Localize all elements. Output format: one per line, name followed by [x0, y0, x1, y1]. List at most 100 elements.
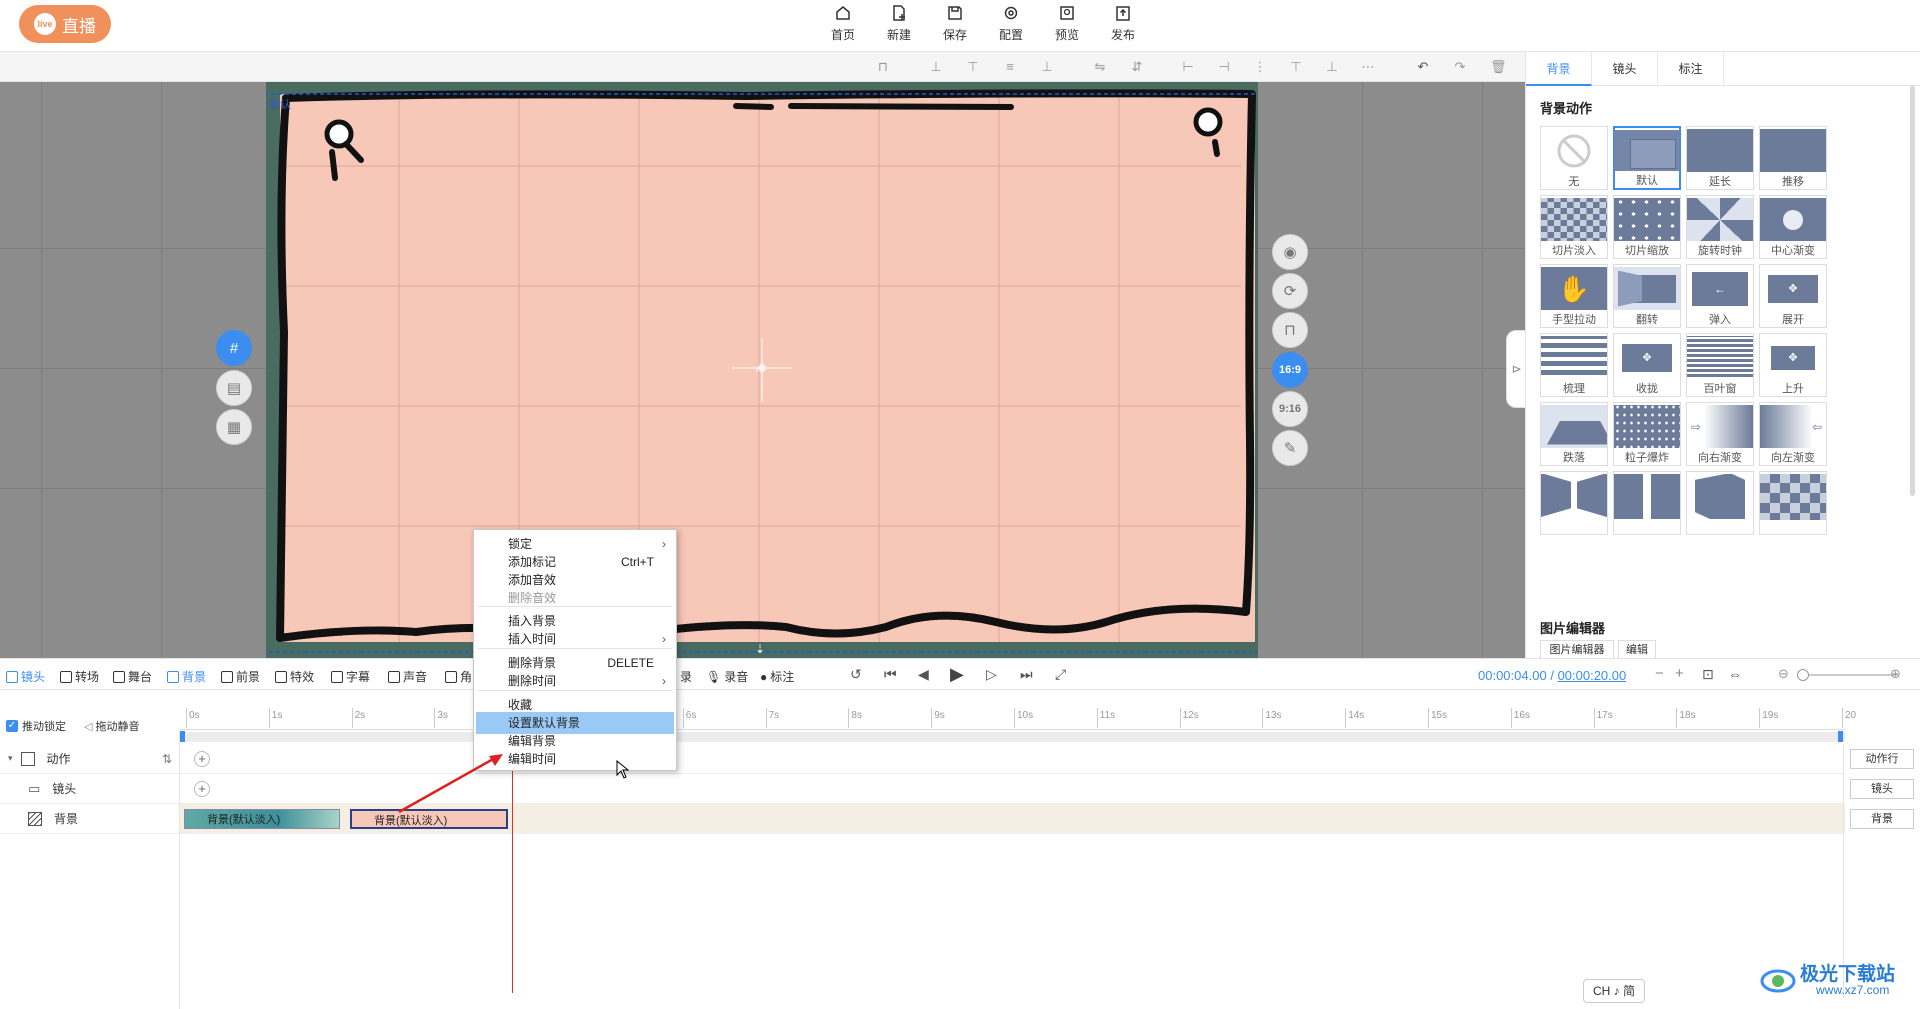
total-time[interactable]: 00:00:20.00: [1558, 668, 1627, 683]
nav-home[interactable]: 首页: [823, 4, 863, 46]
screenshot-button[interactable]: ◉: [1272, 234, 1308, 270]
nav-publish[interactable]: 发布: [1103, 4, 1143, 46]
tl-transition[interactable]: 转场: [60, 668, 99, 685]
align-right-icon[interactable]: ⊣: [1216, 59, 1232, 75]
add-action-row-button[interactable]: 动作行: [1850, 749, 1914, 769]
track-header-background[interactable]: 背景: [0, 804, 180, 834]
add-camera-icon[interactable]: +: [194, 781, 210, 797]
skip-end-icon[interactable]: ⏭: [1020, 666, 1033, 683]
effect-none[interactable]: 无: [1540, 126, 1608, 190]
effect-bounce[interactable]: ← 弹入: [1686, 264, 1754, 328]
top-align-icon[interactable]: ⊤: [1288, 59, 1304, 75]
nav-new[interactable]: 新建: [879, 4, 919, 46]
align-left-icon[interactable]: ⊢: [1180, 59, 1196, 75]
zoom-out-icon[interactable]: ⊖: [1778, 666, 1789, 682]
tl-annotate[interactable]: ● 标注: [760, 668, 794, 685]
plus-icon[interactable]: +: [1675, 665, 1684, 682]
align-center-v-icon[interactable]: ⊥: [928, 59, 944, 75]
fit-icon[interactable]: ⊡: [1702, 666, 1714, 683]
effect-particle-burst[interactable]: 粒子爆炸: [1613, 402, 1681, 466]
flip-v-icon[interactable]: ⇵: [1129, 59, 1145, 75]
effect-rise[interactable]: ✥ 上升: [1759, 333, 1827, 397]
edit-button[interactable]: ✎: [1272, 430, 1308, 466]
effect-extend[interactable]: 延长: [1686, 126, 1754, 190]
effect-slice-fade[interactable]: 切片淡入: [1540, 195, 1608, 259]
add-action-icon[interactable]: +: [194, 751, 210, 767]
sort-icon[interactable]: ⇅: [162, 752, 172, 766]
timeline-ruler[interactable]: 0s1s2s3s4s5s6s7s8s9s10s11s12s13s14s15s16…: [180, 708, 1856, 730]
tab-background[interactable]: 背景: [1526, 52, 1592, 86]
timeline-scroll-track[interactable]: [180, 732, 1845, 742]
tl-role[interactable]: 角: [445, 668, 472, 685]
zoom-slider-handle[interactable]: [1797, 669, 1809, 681]
expand-icon[interactable]: ⇔: [1728, 666, 1742, 682]
ime-indicator[interactable]: CH ♪ 简: [1583, 979, 1645, 1003]
effect-gradient-left[interactable]: ⇦ 向左渐变: [1759, 402, 1827, 466]
expand-caret-icon[interactable]: ▾: [8, 753, 13, 764]
rotate-button[interactable]: ⟳: [1272, 273, 1308, 309]
tl-voice[interactable]: 🎙 录音: [706, 668, 748, 685]
tl-camera[interactable]: 镜头: [6, 668, 45, 685]
zoom-in-icon[interactable]: ⊕: [1890, 666, 1901, 682]
grid-toggle-button[interactable]: #: [216, 330, 252, 366]
effect-fall[interactable]: 跌落: [1540, 402, 1608, 466]
effect-more-1[interactable]: [1540, 471, 1608, 535]
range-end-handle[interactable]: [1838, 731, 1843, 742]
align-middle-icon[interactable]: ≡: [1002, 59, 1018, 75]
lock-icon[interactable]: ⊓: [875, 59, 891, 75]
range-start-handle[interactable]: [180, 731, 185, 742]
unlock-button[interactable]: ⊓: [1272, 312, 1308, 348]
ratio-16-9-button[interactable]: 16:9: [1272, 352, 1308, 388]
tl-sound[interactable]: 声音: [388, 668, 427, 685]
effect-collapse[interactable]: ✥ 收拢: [1613, 333, 1681, 397]
panel-collapse-tab[interactable]: ⊳: [1506, 330, 1526, 408]
effect-comb[interactable]: 梳理: [1540, 333, 1608, 397]
effect-blinds[interactable]: 百叶窗: [1686, 333, 1754, 397]
step-forward-icon[interactable]: ▷: [986, 666, 997, 683]
nav-save[interactable]: 保存: [935, 4, 975, 46]
zoom-slider[interactable]: [1798, 674, 1898, 676]
effect-gradient-right[interactable]: ⇨ 向右渐变: [1686, 402, 1754, 466]
reset-icon[interactable]: ↺: [850, 666, 862, 683]
effect-rotate-clock[interactable]: 旋转时钟: [1686, 195, 1754, 259]
effect-center-gradient[interactable]: 中心渐变: [1759, 195, 1827, 259]
layout-button[interactable]: ▤: [216, 370, 252, 406]
track-header-action[interactable]: ▾ 动作 ⇅: [0, 744, 180, 774]
tl-record[interactable]: 录: [680, 668, 692, 685]
tl-subtitle[interactable]: 字幕: [331, 668, 370, 685]
live-button[interactable]: live 直播: [19, 5, 111, 43]
effect-more-2[interactable]: [1613, 471, 1681, 535]
effect-slice-zoom[interactable]: 切片缩放: [1613, 195, 1681, 259]
add-background-button[interactable]: 背景: [1850, 809, 1914, 829]
tab-camera[interactable]: 镜头: [1592, 52, 1658, 86]
ratio-9-16-button[interactable]: 9:16: [1272, 391, 1308, 427]
effect-flip[interactable]: 翻转: [1613, 264, 1681, 328]
minus-icon[interactable]: −: [1655, 665, 1664, 682]
edit-tab[interactable]: 编辑: [1618, 640, 1656, 658]
effect-unfold[interactable]: ✥ 展开: [1759, 264, 1827, 328]
track-header-camera[interactable]: ▭ 镜头: [0, 774, 180, 804]
skip-start-icon[interactable]: ⏮: [884, 666, 897, 683]
current-time[interactable]: 00:00:04.00: [1478, 668, 1547, 683]
play-icon[interactable]: ▶: [950, 664, 964, 685]
tl-background[interactable]: 背景: [167, 668, 206, 685]
align-top-icon[interactable]: ⊤: [965, 59, 981, 75]
effect-more-4[interactable]: [1759, 471, 1827, 535]
template-button[interactable]: ▦: [216, 409, 252, 445]
right-panel-scrollbar[interactable]: [1910, 86, 1915, 496]
align-bottom-icon[interactable]: ⊥: [1039, 59, 1055, 75]
effect-more-3[interactable]: [1686, 471, 1754, 535]
distribute-v-icon[interactable]: ⋯: [1360, 59, 1376, 75]
step-back-icon[interactable]: ◀: [918, 666, 929, 683]
add-camera-button[interactable]: 镜头: [1850, 779, 1914, 799]
nav-preview[interactable]: 预览: [1047, 4, 1087, 46]
fullscreen-icon[interactable]: ⤢: [1055, 666, 1066, 683]
undo-icon[interactable]: ↶: [1415, 59, 1431, 75]
flip-h-icon[interactable]: ⇋: [1092, 59, 1108, 75]
nav-config[interactable]: 配置: [991, 4, 1031, 46]
trash-icon[interactable]: 🗑: [1490, 59, 1507, 75]
menu-item[interactable]: 插入时间 ›: [476, 628, 674, 650]
redo-icon[interactable]: ↷: [1452, 59, 1468, 75]
effect-push[interactable]: 推移: [1759, 126, 1827, 190]
tab-annotation[interactable]: 标注: [1658, 52, 1724, 86]
